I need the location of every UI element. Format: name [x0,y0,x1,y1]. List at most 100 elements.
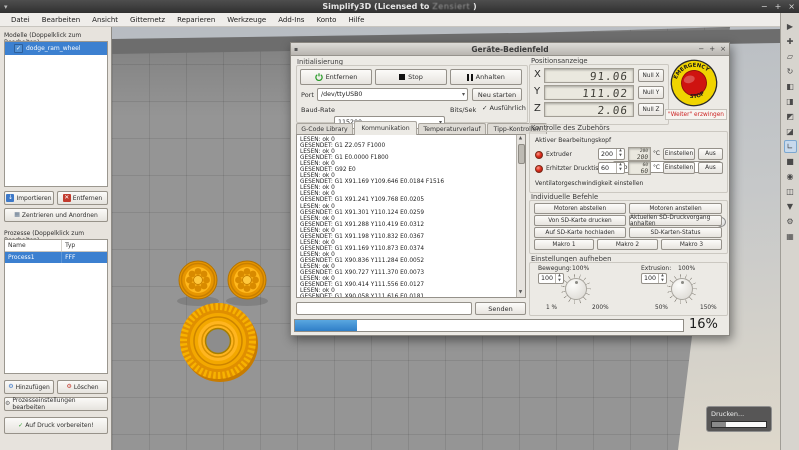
translate-tool-icon[interactable]: ✚ [784,35,797,48]
verbose-checkbox[interactable]: ✓ Ausführlich [482,104,526,112]
motion-override-spinner[interactable]: 100 ▲▼ [538,273,564,284]
spinner-arrows-icon[interactable]: ▲▼ [658,274,666,283]
maximize-button[interactable]: + [775,2,782,11]
extrusion-override-spinner[interactable]: 100 ▲▼ [641,273,667,284]
extrusion-override-knob[interactable] [667,274,697,304]
extrusion-current-value: 100% [678,265,695,272]
bed-temp-spinner[interactable]: 60 ▲▼ [598,162,625,174]
motors-off-button[interactable]: Motoren abstellen [534,203,626,214]
grid-toggle-icon[interactable]: ▦ [784,230,797,243]
menu-item[interactable]: Konto [311,14,341,26]
menu-item[interactable]: Hilfe [343,14,369,26]
gcode-command-input[interactable] [296,302,472,315]
dialog-close-button[interactable]: × [720,45,726,53]
motion-override-knob[interactable] [561,274,591,304]
bed-off-button[interactable]: Aus [698,162,723,174]
menu-item[interactable]: Bearbeiten [37,14,85,26]
prepare-to-print-button[interactable]: ✓ Auf Druck vorbereiten! [4,417,108,434]
zero-z-button[interactable]: Null Z [638,103,664,116]
z-axis-label: Z [534,103,541,114]
coordinate-axes-icon[interactable]: ∟ [784,140,797,153]
sd-upload-button[interactable]: Auf SD-Karte hochladen [534,227,626,238]
sidebar: Modelle (Doppelklick zum Bearbeiten) ✓ d… [0,27,112,450]
import-button[interactable]: ↓ Importieren [4,191,54,205]
emergency-stop-button[interactable]: EMERGENCY STOP [664,53,725,114]
bed-temp-display: 60 60 [628,161,651,175]
support-structures-icon[interactable]: ▼ [784,200,797,213]
machine-control-panel-dialog[interactable]: ▪ Geräte-Bedienfeld − + × Initialisierun… [290,42,730,336]
dialog-title: Geräte-Bedienfeld [291,45,729,54]
view-side-icon[interactable]: ◨ [784,95,797,108]
dialog-titlebar[interactable]: ▪ Geräte-Bedienfeld − + × [291,43,729,56]
y-position-display: 111.02 [544,85,634,100]
select-tool-icon[interactable]: ▶ [784,20,797,33]
column-name[interactable]: Name [5,240,61,251]
view-top-icon[interactable]: ◩ [784,110,797,123]
minimize-button[interactable]: − [761,2,768,11]
solid-view-icon[interactable]: ■ [784,155,797,168]
wireframe-view-icon[interactable]: ◉ [784,170,797,183]
menu-item[interactable]: Ansicht [87,14,123,26]
menu-item[interactable]: Datei [6,14,35,26]
zero-y-button[interactable]: Null Y [638,86,664,99]
menu-item[interactable]: Gitternetz [125,14,170,26]
macro3-button[interactable]: Makro 3 [661,239,722,250]
machine-settings-icon[interactable]: ⚙ [784,215,797,228]
macro1-button[interactable]: Makro 1 [534,239,594,250]
model-list[interactable]: ✓ dodge_ram_wheel [4,41,108,187]
cross-section-icon[interactable]: ◫ [784,185,797,198]
pause-button[interactable]: Anhalten [450,69,522,85]
window-titlebar[interactable]: ▾ Simplify3D (Licensed to Zensiert ) − +… [0,0,799,13]
tab-communication[interactable]: Kommunikation [354,121,417,135]
process-list[interactable]: Name Typ Process1 FFF [4,239,108,374]
scroll-down-icon[interactable]: ▼ [517,289,524,297]
model-visible-checkbox[interactable]: ✓ [14,44,23,53]
bed-set-button[interactable]: Einstellen [663,162,695,174]
send-button[interactable]: Senden [475,302,526,315]
process-type: FFF [61,252,107,263]
rotate-tool-icon[interactable]: ↻ [784,65,797,78]
tab-temperature-plot[interactable]: Temperaturverlauf [418,123,486,134]
model-list-item[interactable]: ✓ dodge_ram_wheel [5,42,107,55]
force-continue-button[interactable]: "Weiter" erzwingen [665,109,727,120]
spinner-arrows-icon[interactable]: ▲▼ [616,163,624,173]
add-process-button[interactable]: ⚙ Hinzufügen [4,380,54,394]
heated-bed-label: Erhitzter Drucktisch [546,165,605,172]
menu-item[interactable]: Add-Ins [273,14,309,26]
motors-on-button[interactable]: Motoren anstellen [629,203,722,214]
delete-process-icon: ⚙ [66,384,71,390]
view-iso-icon[interactable]: ◪ [784,125,797,138]
scroll-thumb[interactable] [518,144,525,164]
port-select[interactable]: /dev/ttyUSB0▾ [317,88,468,101]
stop-button[interactable]: Stop [375,69,447,85]
extruder-set-button[interactable]: Einstellen [663,148,695,160]
process-row[interactable]: Process1 FFF [5,252,107,263]
column-type[interactable]: Typ [61,240,107,251]
center-arrange-button[interactable]: ▦ Zentrieren und Anordnen [4,208,108,222]
sd-pause-button[interactable]: Aktuellen SD-Druckvorgang anhalten [629,215,722,226]
scroll-up-icon[interactable]: ▲ [517,135,524,143]
macro2-button[interactable]: Makro 2 [597,239,658,250]
close-button[interactable]: × [788,2,795,11]
remove-model-button[interactable]: ✕ Entfernen [57,191,108,205]
menu-item[interactable]: Werkzeuge [222,14,271,26]
sd-print-button[interactable]: Von SD-Karte drucken [534,215,626,226]
communication-log[interactable]: LESEN: ok 0GESENDET: G1 Z2.057 F1000LESE… [296,134,526,298]
menu-item[interactable]: Reparieren [172,14,220,26]
log-scrollbar[interactable]: ▲ ▼ [516,135,525,297]
tab-gcode-library[interactable]: G-Code Library [296,123,353,134]
extruder-temp-spinner[interactable]: 200 ▲▼ [598,148,625,160]
restart-connection-button[interactable]: Neu starten [472,88,522,101]
view-front-icon[interactable]: ◧ [784,80,797,93]
sd-status-button[interactable]: SD-Karten-Status [629,227,722,238]
model-objects[interactable] [150,245,300,400]
disconnect-button[interactable]: Entfernen [300,69,372,85]
extruder-off-button[interactable]: Aus [698,148,723,160]
edit-process-settings-button[interactable]: ⚙ Prozesseinstellungen bearbeiten [4,397,108,411]
spinner-arrows-icon[interactable]: ▲▼ [616,149,624,159]
scale-tool-icon[interactable]: ▱ [784,50,797,63]
delete-process-button[interactable]: ⚙ Löschen [57,380,108,394]
dialog-minimize-button[interactable]: − [698,45,704,53]
z-position-display: 2.06 [544,102,634,117]
zero-x-button[interactable]: Null X [638,69,664,82]
